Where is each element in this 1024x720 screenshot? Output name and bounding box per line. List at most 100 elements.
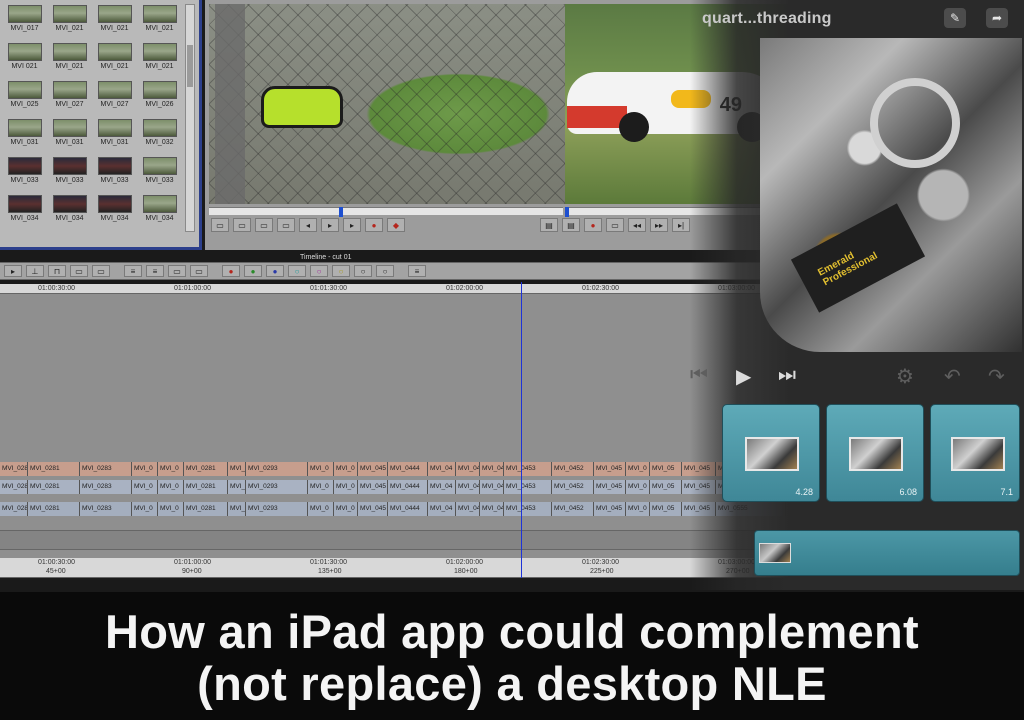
segment-mode-icon[interactable]: ▸ bbox=[4, 265, 22, 277]
yellow-marker-icon[interactable]: ○ bbox=[332, 265, 350, 277]
bin-clip[interactable]: MVI_021 bbox=[139, 40, 180, 78]
bin-clip[interactable]: MVI_031 bbox=[4, 116, 45, 154]
timeline-clip[interactable]: MVI_0452 bbox=[552, 502, 594, 516]
overwrite-icon[interactable]: ● bbox=[584, 218, 602, 232]
step-back-icon[interactable]: ◂ bbox=[299, 218, 317, 232]
timeline-clip[interactable]: MVI_0293 bbox=[246, 480, 308, 494]
timeline-clip[interactable]: MVI_0280 bbox=[0, 462, 28, 476]
timeline-clip[interactable]: MVI_05 bbox=[650, 462, 682, 476]
timeline-clip[interactable]: MVI_0452 bbox=[552, 480, 594, 494]
timeline-clip[interactable]: MVI_0444 bbox=[388, 462, 428, 476]
timeline-clip[interactable]: MVI_0 bbox=[158, 502, 184, 516]
timeline-clip[interactable]: MVI_0 bbox=[626, 480, 650, 494]
menu-icon[interactable]: ≡ bbox=[146, 265, 164, 277]
source-position-bar[interactable] bbox=[209, 207, 563, 217]
timeline-clip[interactable]: MVI_045 bbox=[594, 462, 626, 476]
bin-clip[interactable]: MVI_021 bbox=[94, 40, 135, 78]
timeline-clip[interactable]: MVI_0452 bbox=[552, 462, 594, 476]
timeline-clip[interactable]: MVI_0453 bbox=[504, 480, 552, 494]
timeline-clip[interactable]: MVI_0453 bbox=[504, 462, 552, 476]
bin-clip[interactable]: MVI_021 bbox=[139, 2, 180, 40]
share-arrow-icon[interactable]: ➦ bbox=[986, 8, 1008, 28]
timeline-clip[interactable]: MVI_0 bbox=[132, 480, 158, 494]
timeline-clip[interactable]: MVI_0 bbox=[308, 502, 334, 516]
timeline-clip[interactable]: MVI_04 bbox=[456, 462, 480, 476]
timeline-clip[interactable]: MVI_0453 bbox=[504, 502, 552, 516]
timeline-clip[interactable]: MVI_0281 bbox=[28, 480, 80, 494]
bin-clip[interactable]: MVI_033 bbox=[49, 154, 90, 192]
mark-in-icon[interactable]: ▭ bbox=[211, 218, 229, 232]
timeline-clip[interactable]: MVI_04 bbox=[480, 502, 504, 516]
timeline-clip[interactable]: MVI_0 bbox=[158, 462, 184, 476]
bin-clip[interactable]: MVI_032 bbox=[139, 116, 180, 154]
timeline-clip[interactable]: MVI_045 bbox=[594, 480, 626, 494]
bin-clip[interactable]: MVI_034 bbox=[139, 192, 180, 230]
timeline-clip[interactable]: MVI_0283 bbox=[80, 502, 132, 516]
pencil-square-icon[interactable]: ✎ bbox=[944, 8, 966, 28]
ipad-clip-2[interactable]: 6.08 bbox=[826, 404, 924, 502]
go-to-in-icon[interactable]: ▭ bbox=[277, 218, 295, 232]
go-to-out-icon[interactable]: ▸| bbox=[672, 218, 690, 232]
bin-scrollbar-thumb[interactable] bbox=[187, 45, 193, 87]
settings-gears-icon[interactable]: ⚙ bbox=[896, 364, 914, 389]
lift-icon[interactable]: ▤ bbox=[540, 218, 558, 232]
timeline-clip[interactable]: MVI_0 bbox=[132, 462, 158, 476]
redo-icon[interactable]: ↷ bbox=[988, 364, 1005, 389]
bin-clip[interactable]: MVI_033 bbox=[4, 154, 45, 192]
bin-clip[interactable]: MVI_033 bbox=[139, 154, 180, 192]
timeline-clip[interactable]: MVI_0 bbox=[308, 480, 334, 494]
timeline-clip[interactable]: MVI_05 bbox=[650, 502, 682, 516]
extract-splice-icon[interactable]: ▭ bbox=[92, 265, 110, 277]
timeline-clip[interactable]: MVI_045 bbox=[358, 480, 388, 494]
timeline-clip[interactable]: MVI_04 bbox=[456, 480, 480, 494]
timeline-clip[interactable]: MVI_0 bbox=[334, 480, 358, 494]
mark-out-icon[interactable]: ▭ bbox=[233, 218, 251, 232]
play-icon[interactable]: ▸ bbox=[321, 218, 339, 232]
trim-mode-icon[interactable]: ⊥ bbox=[26, 265, 44, 277]
splice-icon[interactable]: ▭ bbox=[606, 218, 624, 232]
bin-clip[interactable]: MVI_025 bbox=[4, 78, 45, 116]
step-forward-icon[interactable]: ▸ bbox=[343, 218, 361, 232]
timeline-clip[interactable]: MVI_045 bbox=[358, 502, 388, 516]
timeline-clip[interactable]: MVI_0 bbox=[626, 502, 650, 516]
bin-clip[interactable]: MVI_017 bbox=[4, 2, 45, 40]
ipad-clip-1[interactable]: 4.28 bbox=[722, 404, 820, 502]
ipad-play-icon[interactable]: ▶ bbox=[736, 364, 751, 389]
splice-in-icon[interactable]: ▭ bbox=[70, 265, 88, 277]
timeline-clip[interactable]: MVI_045 bbox=[358, 462, 388, 476]
timeline-clip[interactable]: MVI_04 bbox=[480, 462, 504, 476]
timeline-clip[interactable]: MVI_0 bbox=[334, 462, 358, 476]
bin-clip[interactable]: MVI_034 bbox=[4, 192, 45, 230]
timeline-clip[interactable]: MVI_0281 bbox=[184, 462, 228, 476]
bin-scrollbar[interactable] bbox=[185, 4, 195, 232]
timeline-clip[interactable]: MVI_045 bbox=[594, 502, 626, 516]
timeline-clip[interactable]: MVI_0281 bbox=[28, 462, 80, 476]
list-icon[interactable]: ≡ bbox=[124, 265, 142, 277]
timeline-clip[interactable]: MVI_0283 bbox=[80, 480, 132, 494]
timeline-clip[interactable]: MVI_0444 bbox=[388, 502, 428, 516]
timeline-clip[interactable]: MVI_0281 bbox=[184, 480, 228, 494]
bin-clip[interactable]: MVI_021 bbox=[49, 2, 90, 40]
timeline-clip[interactable]: MVI_0 bbox=[626, 462, 650, 476]
timeline-menu-icon[interactable]: ≡ bbox=[408, 265, 426, 277]
bin-clip[interactable]: MVI_021 bbox=[49, 40, 90, 78]
source-position-indicator[interactable] bbox=[339, 207, 343, 217]
timeline-clip[interactable]: MVI_0 bbox=[132, 502, 158, 516]
timeline-clip[interactable]: MVI_04 bbox=[428, 502, 456, 516]
timeline-clip[interactable]: MVI_0283 bbox=[80, 462, 132, 476]
magenta-marker-icon[interactable]: ○ bbox=[310, 265, 328, 277]
timeline-clip[interactable]: MVI_0 bbox=[334, 502, 358, 516]
rewind-icon[interactable]: ◂◂ bbox=[628, 218, 646, 232]
timeline-clip[interactable]: MVI_0 bbox=[228, 480, 246, 494]
timeline-clip[interactable]: MVI_0293 bbox=[246, 502, 308, 516]
bin-clip[interactable]: MVI_031 bbox=[94, 116, 135, 154]
marker-icon[interactable]: ◆ bbox=[387, 218, 405, 232]
timeline-clip[interactable]: MVI_04 bbox=[456, 502, 480, 516]
ipad-timeline-track[interactable] bbox=[754, 530, 1020, 576]
clear-marks-icon[interactable]: ▭ bbox=[255, 218, 273, 232]
timeline-clip[interactable]: MVI_04 bbox=[480, 480, 504, 494]
effects-icon[interactable]: ▭ bbox=[190, 265, 208, 277]
timeline-clip[interactable]: MVI_0281 bbox=[184, 502, 228, 516]
more-marker-icon[interactable]: ○ bbox=[376, 265, 394, 277]
record-position-indicator[interactable] bbox=[565, 207, 569, 217]
